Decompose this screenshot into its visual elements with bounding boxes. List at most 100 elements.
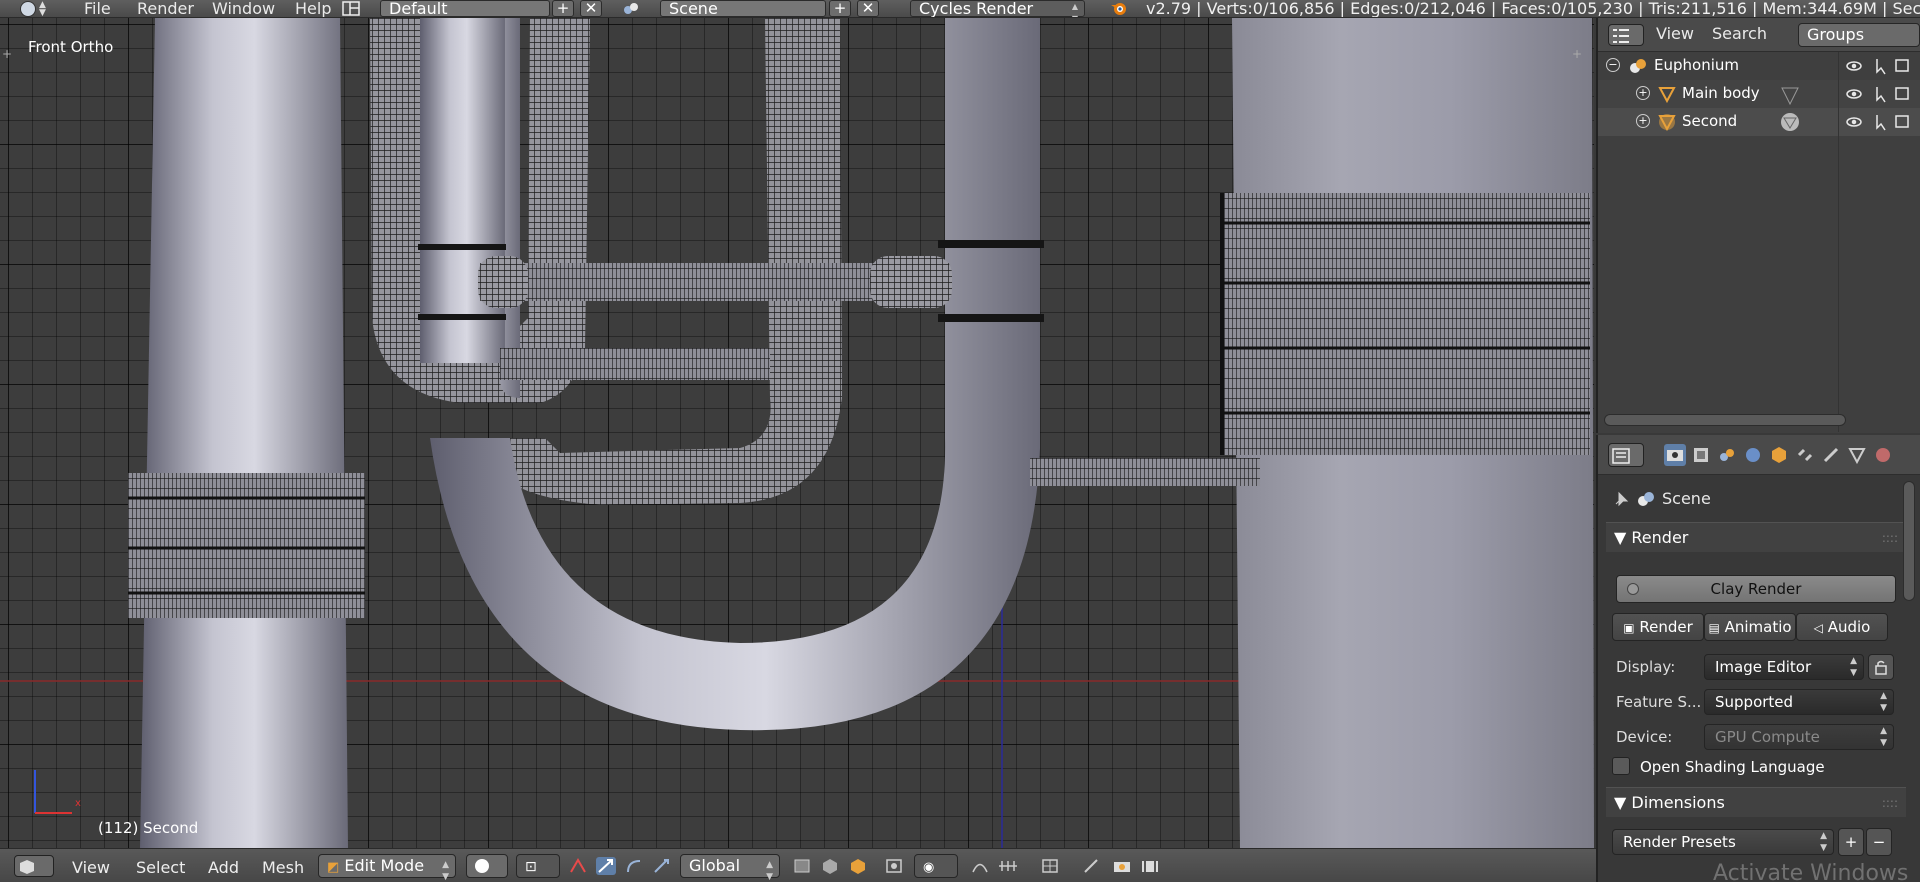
proportional-edit-select[interactable]: ◉ [914, 854, 958, 878]
drag-handle-icon[interactable]: :::: [1882, 523, 1898, 553]
snap-target-icon[interactable] [1040, 857, 1060, 875]
outliner-menu-view[interactable]: View [1656, 25, 1694, 43]
scene-field[interactable]: Scene [660, 0, 826, 17]
lock-interface-button[interactable] [1868, 654, 1894, 680]
chevron-updown-icon: ▲▼ [1850, 656, 1857, 678]
layer-icon[interactable] [792, 857, 812, 875]
data-tab-icon[interactable] [1846, 444, 1868, 466]
scene-tab-icon[interactable] [1716, 444, 1738, 466]
snap-icon[interactable] [998, 857, 1018, 875]
world-tab-icon[interactable] [1742, 444, 1764, 466]
chevron-updown-icon: ▲▼ [1820, 831, 1827, 853]
cube-icon [20, 860, 34, 874]
vertical-scrollbar[interactable] [1903, 481, 1915, 601]
device-select[interactable]: GPU Compute ▲ ▼ [1704, 724, 1894, 750]
render-panel-header[interactable]: ▼ Render :::: [1606, 522, 1906, 552]
viewport-shading-select[interactable] [466, 854, 508, 878]
add-scene-button[interactable]: + [829, 0, 851, 17]
3d-viewport[interactable]: + + Front Ortho (112) Second x [0, 18, 1594, 848]
rotate-icon[interactable] [624, 857, 644, 875]
menu-select[interactable]: Select [136, 858, 185, 877]
menu-view[interactable]: View [72, 858, 110, 877]
screen-layout-icon[interactable] [342, 1, 360, 16]
render-engine-label: Cycles Render [919, 0, 1034, 18]
face-select-icon[interactable] [848, 857, 868, 875]
render-tab-icon[interactable] [1664, 444, 1686, 466]
manipulator-icon[interactable] [568, 857, 588, 875]
feature-set-value: Supported [1715, 693, 1794, 711]
device-label: Device: [1616, 728, 1673, 746]
modifiers-tab-icon[interactable] [1820, 444, 1842, 466]
display-value: Image Editor [1715, 658, 1812, 676]
render-still-icon[interactable] [1112, 857, 1132, 875]
object-tab-icon[interactable] [1768, 444, 1790, 466]
delete-scene-button[interactable]: ✕ [857, 0, 879, 17]
falloff-icon[interactable] [970, 857, 990, 875]
osl-checkbox[interactable] [1612, 757, 1630, 775]
add-preset-button[interactable]: + [1838, 828, 1864, 856]
translate-icon[interactable] [596, 857, 616, 875]
animation-button[interactable]: ▤ Animatio [1704, 613, 1796, 641]
scene-icon[interactable] [622, 1, 640, 16]
expand-icon[interactable]: + [1636, 86, 1650, 100]
menu-file[interactable]: File [72, 0, 123, 17]
pin-icon[interactable] [1612, 490, 1630, 508]
info-icon [20, 0, 36, 17]
scene-icon [1638, 492, 1654, 506]
feature-set-select[interactable]: Supported ▲ ▼ [1704, 689, 1894, 715]
horizontal-scrollbar[interactable] [1604, 414, 1846, 426]
material-tab-icon[interactable] [1872, 444, 1894, 466]
editor-type-selector[interactable]: ▲ ▼ [0, 0, 46, 18]
proportional-icon: ◉ [923, 860, 935, 875]
clay-render-toggle[interactable]: Clay Render [1616, 575, 1896, 603]
menu-mesh[interactable]: Mesh [262, 858, 304, 877]
display-select[interactable]: Image Editor ▲ ▼ [1704, 654, 1864, 680]
edit-mode-icon: ◩ [327, 860, 340, 875]
film-icon: ▤ [1708, 621, 1720, 635]
pivot-point-select[interactable]: ⊡ [516, 854, 560, 878]
menu-help[interactable]: Help [283, 0, 343, 17]
svg-text:+: + [2, 47, 12, 61]
menu-add[interactable]: Add [208, 858, 239, 877]
delete-layout-button[interactable]: ✕ [580, 0, 602, 17]
outliner-item-label: Main body [1682, 84, 1760, 102]
constraints-tab-icon[interactable] [1794, 444, 1816, 466]
render-button[interactable]: ▣ Render [1612, 613, 1704, 641]
display-mode-select[interactable]: Groups [1798, 23, 1920, 47]
render-presets-select[interactable]: Render Presets ▲ ▼ [1612, 829, 1834, 855]
scene-statistics: v2.79 | Verts:0/106,856 | Edges:0/212,04… [1146, 0, 1920, 18]
remove-preset-button[interactable]: − [1866, 828, 1892, 856]
transform-orientation-select[interactable]: Global ▲ ▼ [680, 854, 780, 882]
info-header: ▲ ▼ File Render Window Help Default + ✕ S… [0, 0, 1920, 18]
render-layers-tab-icon[interactable] [1690, 444, 1712, 466]
dimensions-panel-header[interactable]: ▼ Dimensions :::: [1606, 787, 1906, 817]
active-object-label: (112) Second [98, 819, 199, 837]
properties-type-selector[interactable] [1608, 443, 1644, 467]
drag-handle-icon[interactable]: :::: [1882, 788, 1898, 818]
screen-layout-field[interactable]: Default [380, 0, 550, 17]
chevron-updown-icon: ▲▼ [39, 0, 46, 18]
menu-window[interactable]: Window [200, 0, 287, 17]
checkbox-icon [1627, 583, 1639, 595]
outliner-type-selector[interactable] [1608, 24, 1644, 46]
audio-button[interactable]: ◁ Audio [1796, 613, 1888, 641]
add-layout-button[interactable]: + [552, 0, 574, 17]
collapse-icon[interactable]: − [1606, 58, 1620, 72]
animation-button-label: Animatio [1724, 618, 1792, 636]
display-label: Display: [1616, 658, 1676, 676]
speaker-icon: ◁ [1813, 621, 1823, 635]
outliner-header: View Search Groups [1598, 18, 1920, 52]
menu-render[interactable]: Render [125, 0, 206, 17]
opengl-render-icon[interactable] [1082, 857, 1102, 875]
render-engine-select[interactable]: Cycles Render ▲▼ [910, 0, 1085, 17]
interaction-mode-label: Edit Mode [344, 856, 425, 875]
viewport-type-selector[interactable] [14, 855, 54, 877]
scale-icon[interactable] [652, 857, 672, 875]
expand-icon[interactable]: + [1636, 114, 1650, 128]
render-animation-icon[interactable] [1140, 857, 1160, 875]
limit-selection-icon[interactable] [884, 857, 904, 875]
vertex-select-icon[interactable] [820, 857, 840, 875]
interaction-mode-select[interactable]: ◩ Edit Mode ▲ ▼ [318, 854, 456, 882]
context-path: Scene [1662, 489, 1711, 508]
outliner-menu-search[interactable]: Search [1712, 25, 1767, 43]
